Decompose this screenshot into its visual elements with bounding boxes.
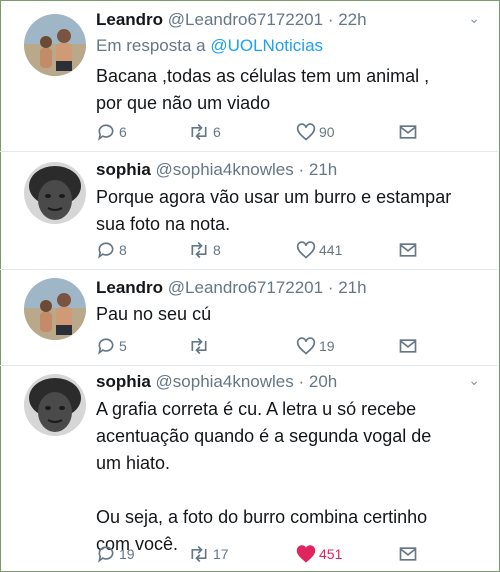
reply-button[interactable]: 5: [96, 336, 127, 356]
reply-icon: [98, 546, 114, 563]
reply-button[interactable]: 6: [96, 122, 127, 142]
display-name[interactable]: sophia: [96, 160, 151, 179]
reply-count: 5: [119, 338, 127, 354]
retweet-count: 6: [213, 124, 221, 140]
tweet-text-line: [96, 477, 431, 504]
dm-icon: [399, 125, 417, 139]
heart-icon: [296, 337, 316, 355]
tweet[interactable]: Leandro @Leandro67172201 · 21h Pau no se…: [0, 270, 498, 366]
avatar-photo: [24, 162, 86, 224]
avatar[interactable]: [24, 14, 86, 76]
tweet[interactable]: sophia @sophia4knowles · 20h ⌄ A grafia …: [0, 366, 498, 572]
reply-prefix: Em resposta a: [96, 36, 206, 55]
action-bar: 5 19: [96, 336, 436, 358]
retweet-icon: [191, 337, 207, 355]
timestamp[interactable]: · 22h: [328, 10, 367, 29]
like-button[interactable]: 441: [296, 240, 342, 260]
retweet-count: 17: [213, 546, 229, 562]
reply-button[interactable]: 8: [96, 240, 127, 260]
avatar[interactable]: [24, 162, 86, 224]
action-bar: 19 17 451: [96, 544, 436, 566]
reply-button[interactable]: 19: [96, 544, 135, 564]
user-handle[interactable]: @sophia4knowles: [156, 160, 294, 179]
display-name[interactable]: Leandro: [96, 10, 163, 29]
reply-count: 19: [119, 546, 135, 562]
like-button[interactable]: 19: [296, 336, 335, 356]
dm-icon: [399, 243, 417, 257]
direct-message-button[interactable]: [398, 336, 418, 356]
user-handle[interactable]: @Leandro67172201: [168, 10, 323, 29]
tweet[interactable]: sophia @sophia4knowles · 21h Porque agor…: [0, 152, 498, 270]
avatar[interactable]: [24, 278, 86, 340]
tweet-text: Pau no seu cú: [96, 301, 211, 328]
direct-message-button[interactable]: [398, 544, 418, 564]
tweet-text-line: acentuação quando é a segunda vogal de: [96, 426, 432, 446]
tweet-text-line: Porque agora vão usar um burro e estampa…: [96, 187, 452, 207]
reply-icon: [98, 242, 114, 259]
like-count: 441: [319, 242, 343, 258]
direct-message-button[interactable]: [398, 122, 418, 142]
display-name[interactable]: sophia: [96, 372, 151, 391]
action-bar: 8 8 441: [96, 240, 436, 262]
tweet-text-line: um hiato.: [96, 453, 171, 473]
tweet-header: sophia @sophia4knowles · 21h: [96, 160, 337, 180]
reply-mention-link[interactable]: @UOLNoticias: [210, 36, 323, 55]
avatar[interactable]: [24, 374, 86, 436]
reply-context: Em resposta a @UOLNoticias: [96, 36, 323, 56]
tweet-text-line: A grafia correta é cu. A letra u só rece…: [96, 399, 417, 419]
retweet-count: 8: [213, 242, 221, 258]
avatar-photo: [24, 278, 86, 340]
heart-icon: [296, 545, 316, 563]
retweet-icon: [191, 123, 207, 141]
dm-icon: [399, 547, 417, 561]
like-count: 451: [319, 546, 343, 562]
chevron-down-icon[interactable]: ⌄: [468, 10, 480, 27]
tweet-text-line: Pau no seu cú: [96, 304, 212, 324]
reply-icon: [98, 124, 114, 141]
timestamp[interactable]: · 20h: [299, 372, 338, 391]
tweet[interactable]: Leandro @Leandro67172201 · 22h ⌄ Em resp…: [0, 0, 498, 152]
reply-count: 8: [119, 242, 127, 258]
user-handle[interactable]: @Leandro67172201: [168, 278, 323, 297]
chevron-down-icon[interactable]: ⌄: [468, 372, 480, 389]
tweet-text: A grafia correta é cu. A letra u só rece…: [96, 396, 431, 558]
heart-icon: [296, 241, 316, 259]
dm-icon: [399, 339, 417, 353]
direct-message-button[interactable]: [398, 240, 418, 260]
tweet-text-line: Bacana ,todas as células tem um animal ,: [96, 66, 430, 86]
tweet-text-line: sua foto na nota.: [96, 214, 231, 234]
avatar-photo: [24, 374, 86, 436]
reply-icon: [98, 338, 114, 355]
tweet-text-line: por que não um viado: [96, 93, 271, 113]
tweet-text: Porque agora vão usar um burro e estampa…: [96, 184, 451, 238]
like-button[interactable]: 90: [296, 122, 335, 142]
retweet-button[interactable]: [188, 336, 213, 356]
retweet-icon: [191, 545, 207, 563]
action-bar: 6 6 90: [96, 122, 436, 144]
timestamp[interactable]: · 21h: [299, 160, 338, 179]
avatar-photo: [24, 14, 86, 76]
retweet-icon: [191, 241, 207, 259]
retweet-button[interactable]: 6: [188, 122, 221, 142]
tweet-header: sophia @sophia4knowles · 20h: [96, 372, 337, 392]
heart-icon: [296, 123, 316, 141]
like-count: 19: [319, 338, 335, 354]
timestamp[interactable]: · 21h: [328, 278, 367, 297]
tweet-text-line: Ou seja, a foto do burro combina certinh…: [96, 507, 428, 527]
like-button[interactable]: 451: [296, 544, 342, 564]
reply-count: 6: [119, 124, 127, 140]
like-count: 90: [319, 124, 335, 140]
tweet-header: Leandro @Leandro67172201 · 22h: [96, 10, 367, 30]
retweet-button[interactable]: 8: [188, 240, 221, 260]
tweet-header: Leandro @Leandro67172201 · 21h: [96, 278, 367, 298]
display-name[interactable]: Leandro: [96, 278, 163, 297]
retweet-button[interactable]: 17: [188, 544, 229, 564]
tweet-text: Bacana ,todas as células tem um animal ,…: [96, 63, 429, 117]
user-handle[interactable]: @sophia4knowles: [156, 372, 294, 391]
